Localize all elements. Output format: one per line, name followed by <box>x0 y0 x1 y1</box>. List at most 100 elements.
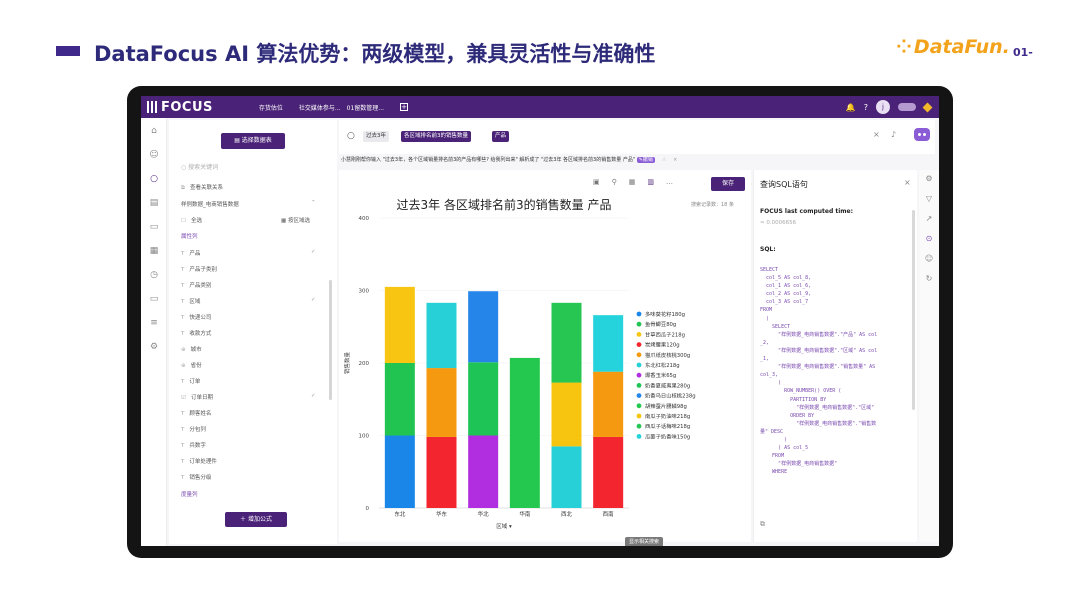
checkbox-icon[interactable]: ☐ <box>181 218 186 224</box>
attribute-group-label: 属性列 <box>181 234 198 240</box>
sql-icon[interactable]: ⊙ <box>924 234 934 244</box>
chart-rail-icon[interactable]: ▤ <box>148 198 160 208</box>
sql-code[interactable]: SELECT col_5 AS col_8, col_1 AS col_6, c… <box>760 266 910 516</box>
refresh-icon[interactable]: ↻ <box>924 274 934 284</box>
logo-icon <box>147 101 157 113</box>
ai-assistant-icon[interactable] <box>914 128 930 141</box>
field-item[interactable]: T 快递公司 <box>181 313 211 321</box>
relation-icon: ⧉ <box>181 185 185 191</box>
bar-chart-icon[interactable]: ▥ <box>647 178 654 186</box>
y-axis-label: 销售数量 <box>343 352 351 375</box>
select-fields-link[interactable]: ▦ 按区域选 <box>281 216 310 224</box>
field-item[interactable]: T 产品子类别 <box>181 265 217 273</box>
filter-icon[interactable]: ▽ <box>924 194 934 204</box>
dashboard-rail-icon[interactable]: ▭ <box>148 222 160 232</box>
text-type-icon: T <box>181 251 185 257</box>
search-rail-icon[interactable]: ○ <box>148 174 160 184</box>
field-item[interactable]: T 顾客姓名 <box>181 409 211 417</box>
app-screen: FOCUS 存货估位 社交媒体参与... 01留数管理... + 🔔 ? j ⌂… <box>141 96 939 546</box>
notification-icon[interactable]: 🔔 <box>846 103 856 112</box>
robot-tool-icon[interactable]: ☺ <box>924 254 934 264</box>
add-formula-button[interactable]: ＋ 增加公式 <box>225 512 287 527</box>
copy-icon[interactable]: ⧉ <box>760 520 765 529</box>
collapse-icon[interactable]: ⌃ <box>311 200 316 206</box>
field-item[interactable]: T 产品 ✓ <box>181 249 316 257</box>
home-icon[interactable]: ⌂ <box>148 126 160 136</box>
help-icon[interactable]: ? <box>864 103 868 112</box>
database-rail-icon[interactable]: ≡ <box>148 318 160 328</box>
query-chip[interactable]: 各区域排名前3的销售数量 <box>401 131 472 142</box>
legend-swatch <box>636 434 642 439</box>
nav-tab-3[interactable]: 01留数管理... <box>347 103 384 112</box>
text-type-icon: T <box>181 299 185 305</box>
clear-icon[interactable]: × <box>873 130 880 139</box>
sql-scrollbar[interactable] <box>912 210 915 410</box>
folder-rail-icon[interactable]: ▭ <box>148 294 160 304</box>
x-tick-label: 西南 <box>603 510 615 518</box>
field-item[interactable]: T 订单 <box>181 377 200 385</box>
table-view-icon[interactable]: ▦ <box>629 178 636 186</box>
bar-segment <box>468 435 499 508</box>
avatar[interactable]: j <box>876 100 890 114</box>
table-name-row[interactable]: 样例数据_电商销售数据 ⌃ <box>181 200 316 208</box>
stacked-bar-chart: 0 100 200 300 400 销售数量东北 华东 华北 华南 西北 西南区域 ▾ 多味葵花籽18… <box>343 216 696 530</box>
x-tick-label: 华北 <box>478 510 490 518</box>
legend-label: 南瓜子奶油味218g <box>645 412 690 420</box>
check-icon: ✓ <box>311 393 316 399</box>
field-item[interactable]: T 兵数字 <box>181 441 206 449</box>
undo-tag[interactable]: ✎撤销 <box>636 157 655 163</box>
view-relations-link[interactable]: ⧉ 查看关联关系 <box>181 183 223 192</box>
left-rail: ⌂ ☺ ○ ▤ ▭ ▦ ◷ ▭ ≡ ⚙ <box>141 118 167 546</box>
close-icon[interactable]: × <box>904 178 911 187</box>
text-type-icon: T <box>181 443 185 449</box>
table-name: 样例数据_电商销售数据 <box>181 202 239 208</box>
bar-segment <box>593 315 624 372</box>
pin-icon[interactable]: ⚲ <box>612 178 617 186</box>
field-item[interactable]: T 分包列 <box>181 425 206 433</box>
microphone-icon[interactable]: ♪ <box>891 130 896 139</box>
settings-rail-icon[interactable]: ⚙ <box>148 342 160 352</box>
field-item[interactable]: T 产品类别 <box>181 281 211 289</box>
query-chip[interactable]: 产品 <box>492 131 510 142</box>
table-rail-icon[interactable]: ▦ <box>148 246 160 256</box>
panel-scrollbar[interactable] <box>329 280 332 400</box>
related-search-tag[interactable]: 显示相关搜索 <box>625 537 664 546</box>
dismiss-icon[interactable]: × <box>673 157 677 163</box>
legend-label: 东北红松218g <box>645 361 680 369</box>
field-item[interactable]: T 订单处理件 <box>181 457 217 465</box>
field-item[interactable]: T 销售分级 <box>181 473 211 481</box>
query-bar[interactable]: ○ 过去3年 各区域排名前3的销售数量 产品 × ♪ <box>339 120 935 154</box>
text-type-icon: T <box>181 331 185 337</box>
save-button[interactable]: 保存 <box>711 177 745 191</box>
user-name-pill[interactable] <box>898 103 916 111</box>
more-icon[interactable]: … <box>666 178 673 186</box>
field-label: 销售分级 <box>189 475 212 481</box>
save-view-icon[interactable]: ▣ <box>593 178 600 186</box>
data-panel: ▤ 选择数据表 ○ 搜索关键词 ⧉ 查看关联关系 样例数据_电商销售数据 ⌃ ☐ 全选… <box>169 120 337 544</box>
add-tab-icon[interactable]: + <box>400 103 409 111</box>
select-table-label: 选择数据表 <box>241 137 272 144</box>
select-table-button[interactable]: ▤ 选择数据表 <box>221 133 285 149</box>
like-icon[interactable]: ☝ <box>663 157 666 163</box>
nav-tab-1[interactable]: 存货估位 <box>259 103 283 112</box>
app-logo[interactable]: FOCUS <box>147 100 213 115</box>
field-search-input[interactable]: ○ 搜索关键词 <box>181 162 218 171</box>
sql-panel: 查询SQL语句 × FOCUS last computed time: ≈ 0.… <box>753 170 917 542</box>
trend-icon[interactable]: ↗ <box>924 214 934 224</box>
field-label: 城市 <box>190 347 202 353</box>
field-item[interactable]: ☑ 订单日期 ✓ <box>181 393 316 401</box>
field-item[interactable]: T 收款方式 <box>181 329 211 337</box>
field-item[interactable]: T 区域 ✓ <box>181 297 316 305</box>
field-item[interactable]: ⊕ 省份 <box>181 361 202 369</box>
clock-rail-icon[interactable]: ◷ <box>148 270 160 280</box>
title-marker <box>56 46 80 56</box>
legend-label: 瓜蒌子奶香味150g <box>645 432 690 440</box>
bar-segment <box>593 371 624 437</box>
query-chip[interactable]: 过去3年 <box>363 131 389 142</box>
select-all-row[interactable]: ☐ 全选 <box>181 216 202 224</box>
nav-tab-2[interactable]: 社交媒体参与... <box>299 103 341 112</box>
robot-rail-icon[interactable]: ☺ <box>148 150 160 160</box>
gear-icon[interactable]: ⚙ <box>924 174 934 184</box>
field-item[interactable]: ⊕ 城市 <box>181 345 202 353</box>
field-label: 区域 <box>189 299 201 305</box>
